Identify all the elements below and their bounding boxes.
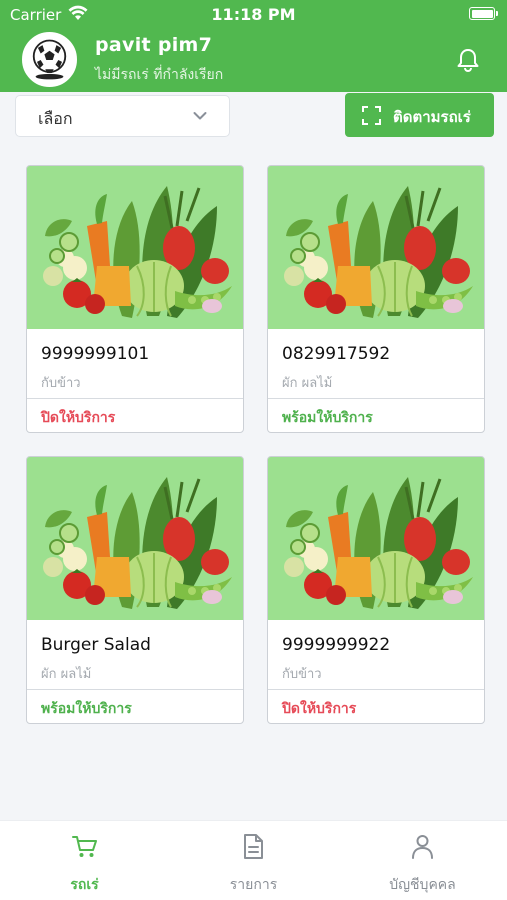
tab-account[interactable]: บัญชีบุคคล — [338, 821, 507, 900]
vendor-category: ผัก ผลไม้ — [41, 667, 92, 682]
card-divider — [27, 398, 243, 399]
vendor-title: 0829917592 — [282, 344, 391, 364]
vendor-status: พร้อมให้บริการ — [41, 701, 132, 717]
tab-label: รถเร่ — [70, 877, 99, 893]
vegetables-image — [268, 166, 484, 329]
avatar[interactable] — [22, 32, 77, 87]
vendor-status: พร้อมให้บริการ — [282, 410, 373, 426]
person-icon — [412, 835, 433, 859]
clock-time: 11:18 PM — [211, 5, 296, 24]
battery-icon — [469, 7, 498, 20]
document-icon — [244, 834, 263, 859]
soccer-ball-icon — [24, 34, 75, 85]
bottom-tab-bar: รถเร่ รายการ บัญชีบุคคล — [0, 820, 507, 900]
tab-label: รายการ — [229, 877, 278, 893]
app-header: pavit pim7 ไม่มีรถเร่ ที่กำลังเรียก — [0, 30, 507, 92]
vegetables-image — [27, 457, 243, 620]
tab-vendors[interactable]: รถเร่ — [0, 821, 169, 900]
notification-bell-icon[interactable] — [455, 47, 481, 73]
tab-orders[interactable]: รายการ — [169, 821, 338, 900]
vendor-card[interactable]: Burger Salad ผัก ผลไม้ พร้อมให้บริการ — [26, 456, 244, 724]
vendor-category: กับข้าว — [41, 376, 81, 391]
vendor-status: ปิดให้บริการ — [41, 410, 116, 426]
vendor-category: ผัก ผลไม้ — [282, 376, 333, 391]
card-divider — [27, 689, 243, 690]
cart-icon — [72, 836, 97, 857]
card-divider — [268, 689, 484, 690]
chevron-down-icon — [193, 112, 207, 120]
vendor-card[interactable]: 0829917592 ผัก ผลไม้ พร้อมให้บริการ — [267, 165, 485, 433]
status-bar: Carrier 11:18 PM — [0, 0, 507, 30]
user-name: pavit pim7 — [95, 34, 213, 56]
vendor-title: 9999999922 — [282, 635, 391, 655]
vendor-card[interactable]: 9999999101 กับข้าว ปิดให้บริการ — [26, 165, 244, 433]
vendor-title: 9999999101 — [41, 344, 150, 364]
vegetables-image — [27, 166, 243, 329]
vendor-status: ปิดให้บริการ — [282, 701, 357, 717]
category-select[interactable]: เลือก — [15, 95, 230, 137]
call-status-text: ไม่มีรถเร่ ที่กำลังเรียก — [95, 67, 224, 83]
vendor-title: Burger Salad — [41, 635, 151, 655]
vendor-card[interactable]: 9999999922 กับข้าว ปิดให้บริการ — [267, 456, 485, 724]
scan-frame-icon — [362, 106, 381, 125]
select-label: เลือก — [38, 109, 73, 128]
track-vendor-button[interactable]: ติดตามรถเร่ — [345, 93, 494, 137]
tab-label: บัญชีบุคคล — [389, 877, 456, 893]
track-vendor-label: ติดตามรถเร่ — [393, 108, 471, 126]
vendor-category: กับข้าว — [282, 667, 322, 682]
card-divider — [268, 398, 484, 399]
vegetables-image — [268, 457, 484, 620]
